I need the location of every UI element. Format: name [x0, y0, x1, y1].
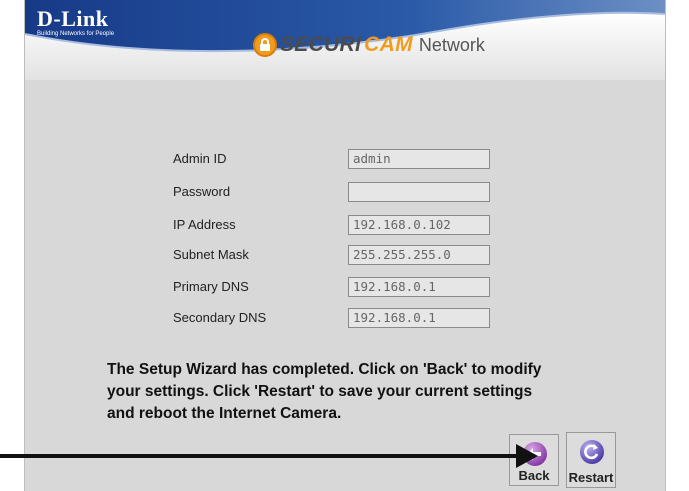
primary-dns-label: Primary DNS: [173, 279, 249, 294]
completion-message: The Setup Wizard has completed. Click on…: [107, 359, 627, 425]
field-row-admin-id: Admin ID admin: [173, 149, 533, 169]
logo-tagline: Building Networks for People: [37, 31, 115, 37]
password-label: Password: [173, 184, 231, 199]
restart-icon: [580, 440, 604, 464]
field-row-primary-dns: Primary DNS 192.168.0.1: [173, 277, 533, 297]
back-button-label: Back: [518, 468, 550, 483]
lock-icon: [253, 33, 277, 57]
message-line-2: your settings. Click 'Restart' to save y…: [107, 383, 533, 400]
admin-id-label: Admin ID: [173, 151, 227, 166]
field-row-secondary-dns: Secondary DNS 192.168.0.1: [173, 308, 533, 328]
logo-main-text: D-Link: [37, 6, 109, 31]
ip-address-label: IP Address: [173, 217, 236, 232]
primary-dns-field[interactable]: 192.168.0.1: [348, 277, 490, 297]
brand-part2: CAM: [364, 33, 413, 56]
dlink-logo: D-Link Building Networks for People: [37, 8, 114, 38]
field-row-subnet-mask: Subnet Mask 255.255.255.0: [173, 245, 533, 265]
callout-arrow-head: [516, 444, 538, 468]
securicam-brand: SECURI CAM Network: [253, 33, 485, 57]
subnet-mask-label: Subnet Mask: [173, 247, 249, 262]
brand-part1: SECURI: [280, 33, 362, 56]
password-field[interactable]: [348, 182, 490, 202]
field-row-password: Password: [173, 182, 533, 202]
field-row-ip-address: IP Address 192.168.0.102: [173, 215, 533, 235]
secondary-dns-field[interactable]: 192.168.0.1: [348, 308, 490, 328]
wizard-panel: D-Link Building Networks for People SECU…: [24, 0, 666, 491]
header-banner: D-Link Building Networks for People SECU…: [25, 0, 665, 80]
message-line-1: The Setup Wizard has completed. Click on…: [107, 361, 542, 378]
admin-id-field[interactable]: admin: [348, 149, 490, 169]
callout-arrow-line: [0, 454, 520, 458]
message-line-3: and reboot the Internet Camera.: [107, 405, 342, 422]
secondary-dns-label: Secondary DNS: [173, 310, 267, 325]
subnet-mask-field[interactable]: 255.255.255.0: [348, 245, 490, 265]
restart-button-label: Restart: [568, 470, 614, 485]
ip-address-field[interactable]: 192.168.0.102: [348, 215, 490, 235]
brand-suffix: Network: [418, 34, 485, 55]
restart-button[interactable]: Restart: [566, 432, 616, 488]
